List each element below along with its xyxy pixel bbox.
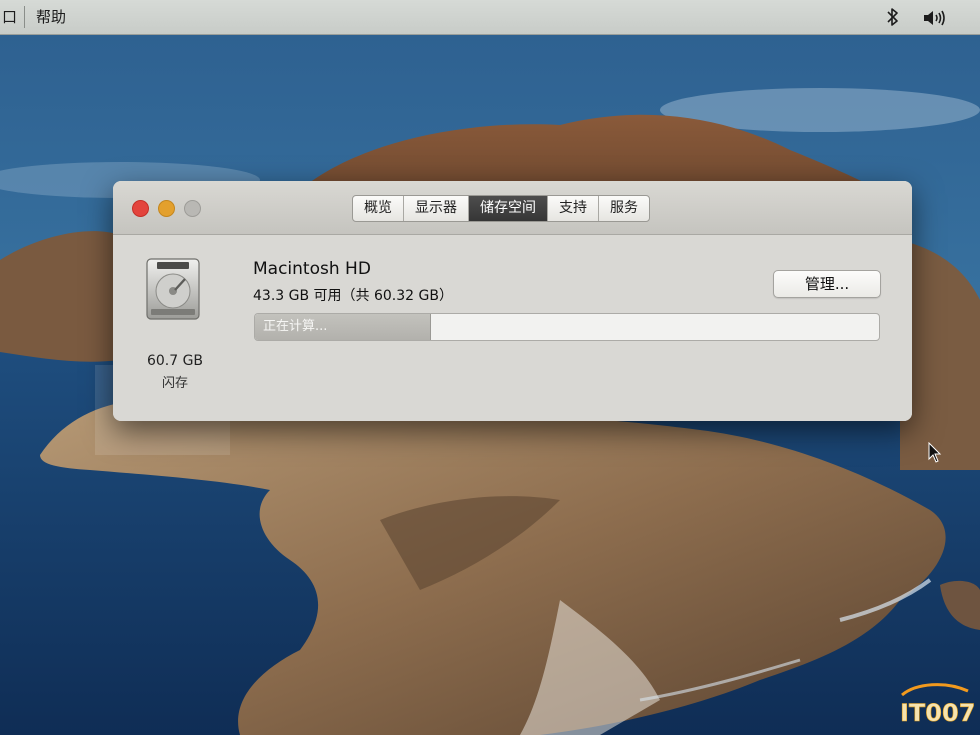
volume-available: 43.3 GB 可用（共 60.32 GB） [253,288,453,304]
usage-status-label: 正在计算... [263,319,328,334]
about-this-mac-window: 概览 显示器 储存空间 支持 服务 60.7 GB 闪存 Macintosh H… [113,181,912,421]
tab-bar: 概览 显示器 储存空间 支持 服务 [352,195,650,222]
menu-divider [24,6,25,28]
tab-overview[interactable]: 概览 [353,196,403,221]
minimize-button[interactable] [158,200,175,217]
mouse-pointer-icon [928,442,942,463]
it007-watermark-logo: IT007 [900,683,976,727]
drive-type: 闪存 [161,376,188,391]
manage-button[interactable]: 管理... [773,270,881,298]
tab-displays[interactable]: 显示器 [403,196,468,221]
menu-item-help[interactable]: 帮助 [36,8,66,26]
menu-item-window[interactable]: 口 [2,8,17,26]
bluetooth-icon[interactable] [885,7,901,27]
volume-icon[interactable] [922,9,948,27]
tab-storage[interactable]: 储存空间 [468,196,547,221]
volume-name: Macintosh HD [253,259,371,279]
storage-usage-bar: 正在计算... [254,313,880,341]
drive-capacity: 60.7 GB [146,353,204,369]
desktop: 口 帮助 概览 显示器 储存空间 支持 服务 60.7 GB 闪存 Macint… [0,0,980,735]
tab-service[interactable]: 服务 [598,196,649,221]
watermark-text: IT007 [900,699,975,727]
zoom-button[interactable] [184,200,201,217]
window-titlebar[interactable]: 概览 显示器 储存空间 支持 服务 [113,181,912,235]
hard-drive-icon [146,258,200,320]
menu-bar: 口 帮助 [0,0,980,35]
tab-support[interactable]: 支持 [547,196,598,221]
storage-pane: 60.7 GB 闪存 Macintosh HD 43.3 GB 可用（共 60.… [113,235,912,421]
close-button[interactable] [132,200,149,217]
